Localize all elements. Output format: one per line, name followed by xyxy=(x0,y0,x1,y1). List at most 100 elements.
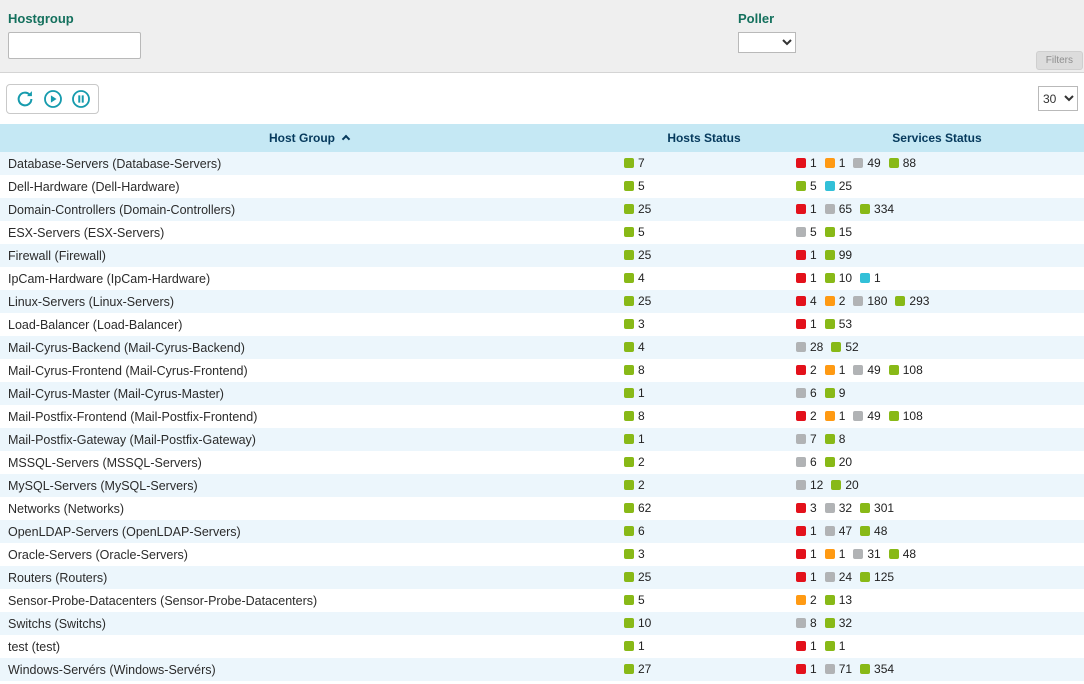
status-chip-ok[interactable]: 48 xyxy=(889,547,916,561)
status-chip-ok[interactable]: 2 xyxy=(624,455,645,469)
status-chip-ok[interactable]: 1 xyxy=(624,432,645,446)
filters-button[interactable]: Filters xyxy=(1036,51,1083,70)
status-chip-warning[interactable]: 2 xyxy=(796,593,817,607)
hostgroup-name-link[interactable]: Oracle-Servers (Oracle-Servers) xyxy=(8,548,188,562)
hostgroup-name-link[interactable]: Mail-Cyrus-Frontend (Mail-Cyrus-Frontend… xyxy=(8,364,248,378)
status-chip-ok[interactable]: 20 xyxy=(825,455,852,469)
hostgroup-name-link[interactable]: MySQL-Servers (MySQL-Servers) xyxy=(8,479,198,493)
status-chip-unknown[interactable]: 49 xyxy=(853,156,880,170)
hostgroup-name-link[interactable]: Linux-Servers (Linux-Servers) xyxy=(8,295,174,309)
status-chip-unknown[interactable]: 49 xyxy=(853,409,880,423)
status-chip-ok[interactable]: 354 xyxy=(860,662,894,676)
status-chip-critical[interactable]: 1 xyxy=(796,156,817,170)
status-chip-unknown[interactable]: 180 xyxy=(853,294,887,308)
status-chip-unknown[interactable]: 65 xyxy=(825,202,852,216)
status-chip-critical[interactable]: 3 xyxy=(796,501,817,515)
status-chip-ok[interactable]: 15 xyxy=(825,225,852,239)
status-chip-unknown[interactable]: 47 xyxy=(825,524,852,538)
status-chip-critical[interactable]: 1 xyxy=(796,547,817,561)
hostgroup-filter-input[interactable] xyxy=(8,32,141,59)
status-chip-unknown[interactable]: 6 xyxy=(796,386,817,400)
status-chip-ok[interactable]: 25 xyxy=(624,202,651,216)
hostgroup-name-link[interactable]: Routers (Routers) xyxy=(8,571,107,585)
hostgroup-name-link[interactable]: Sensor-Probe-Datacenters (Sensor-Probe-D… xyxy=(8,594,317,608)
status-chip-ok[interactable]: 53 xyxy=(825,317,852,331)
poller-filter-select[interactable] xyxy=(738,32,796,53)
status-chip-critical[interactable]: 1 xyxy=(796,662,817,676)
hostgroup-name-link[interactable]: Firewall (Firewall) xyxy=(8,249,106,263)
status-chip-critical[interactable]: 1 xyxy=(796,317,817,331)
status-chip-ok[interactable]: 99 xyxy=(825,248,852,262)
hostgroup-name-link[interactable]: Domain-Controllers (Domain-Controllers) xyxy=(8,203,235,217)
status-chip-unknown[interactable]: 31 xyxy=(853,547,880,561)
status-chip-ok[interactable]: 5 xyxy=(796,179,817,193)
status-chip-unknown[interactable]: 8 xyxy=(796,616,817,630)
status-chip-ok[interactable]: 8 xyxy=(624,363,645,377)
status-chip-critical[interactable]: 1 xyxy=(796,639,817,653)
status-chip-ok[interactable]: 20 xyxy=(831,478,858,492)
play-button[interactable] xyxy=(42,88,63,109)
status-chip-unknown[interactable]: 32 xyxy=(825,501,852,515)
refresh-button[interactable] xyxy=(14,88,35,109)
status-chip-critical[interactable]: 2 xyxy=(796,409,817,423)
status-chip-critical[interactable]: 1 xyxy=(796,524,817,538)
status-chip-ok[interactable]: 8 xyxy=(825,432,846,446)
status-chip-pending[interactable]: 1 xyxy=(860,271,881,285)
status-chip-ok[interactable]: 8 xyxy=(624,409,645,423)
status-chip-unknown[interactable]: 6 xyxy=(796,455,817,469)
status-chip-ok[interactable]: 3 xyxy=(624,317,645,331)
hostgroup-name-link[interactable]: Mail-Cyrus-Backend (Mail-Cyrus-Backend) xyxy=(8,341,245,355)
hostgroup-name-link[interactable]: MSSQL-Servers (MSSQL-Servers) xyxy=(8,456,202,470)
status-chip-unknown[interactable]: 7 xyxy=(796,432,817,446)
status-chip-ok[interactable]: 27 xyxy=(624,662,651,676)
status-chip-critical[interactable]: 1 xyxy=(796,570,817,584)
status-chip-ok[interactable]: 52 xyxy=(831,340,858,354)
status-chip-ok[interactable]: 108 xyxy=(889,409,923,423)
status-chip-ok[interactable]: 25 xyxy=(624,248,651,262)
status-chip-warning[interactable]: 2 xyxy=(825,294,846,308)
status-chip-ok[interactable]: 9 xyxy=(825,386,846,400)
hostgroup-name-link[interactable]: Database-Servers (Database-Servers) xyxy=(8,157,221,171)
status-chip-ok[interactable]: 4 xyxy=(624,340,645,354)
hostgroup-name-link[interactable]: test (test) xyxy=(8,640,60,654)
status-chip-ok[interactable]: 301 xyxy=(860,501,894,515)
status-chip-unknown[interactable]: 28 xyxy=(796,340,823,354)
status-chip-ok[interactable]: 125 xyxy=(860,570,894,584)
status-chip-critical[interactable]: 1 xyxy=(796,271,817,285)
status-chip-warning[interactable]: 1 xyxy=(825,156,846,170)
status-chip-ok[interactable]: 48 xyxy=(860,524,887,538)
status-chip-ok[interactable]: 25 xyxy=(624,570,651,584)
status-chip-ok[interactable]: 5 xyxy=(624,179,645,193)
status-chip-ok[interactable]: 10 xyxy=(624,616,651,630)
status-chip-ok[interactable]: 3 xyxy=(624,547,645,561)
status-chip-ok[interactable]: 62 xyxy=(624,501,651,515)
status-chip-pending[interactable]: 25 xyxy=(825,179,852,193)
status-chip-unknown[interactable]: 49 xyxy=(853,363,880,377)
status-chip-ok[interactable]: 1 xyxy=(624,386,645,400)
hostgroup-name-link[interactable]: Dell-Hardware (Dell-Hardware) xyxy=(8,180,180,194)
status-chip-warning[interactable]: 1 xyxy=(825,409,846,423)
status-chip-unknown[interactable]: 5 xyxy=(796,225,817,239)
status-chip-ok[interactable]: 5 xyxy=(624,593,645,607)
hostgroup-name-link[interactable]: Windows-Servérs (Windows-Servérs) xyxy=(8,663,216,677)
status-chip-ok[interactable]: 1 xyxy=(825,639,846,653)
status-chip-ok[interactable]: 32 xyxy=(825,616,852,630)
column-header-host-group[interactable]: Host Group xyxy=(0,124,618,152)
status-chip-ok[interactable]: 1 xyxy=(624,639,645,653)
column-header-hosts-status[interactable]: Hosts Status xyxy=(618,124,790,152)
page-size-select[interactable]: 30 xyxy=(1038,86,1078,111)
status-chip-critical[interactable]: 4 xyxy=(796,294,817,308)
status-chip-unknown[interactable]: 71 xyxy=(825,662,852,676)
status-chip-ok[interactable]: 10 xyxy=(825,271,852,285)
hostgroup-name-link[interactable]: Switchs (Switchs) xyxy=(8,617,106,631)
hostgroup-name-link[interactable]: Mail-Cyrus-Master (Mail-Cyrus-Master) xyxy=(8,387,224,401)
status-chip-critical[interactable]: 1 xyxy=(796,202,817,216)
hostgroup-name-link[interactable]: OpenLDAP-Servers (OpenLDAP-Servers) xyxy=(8,525,241,539)
status-chip-ok[interactable]: 88 xyxy=(889,156,916,170)
status-chip-critical[interactable]: 1 xyxy=(796,248,817,262)
status-chip-ok[interactable]: 6 xyxy=(624,524,645,538)
status-chip-ok[interactable]: 25 xyxy=(624,294,651,308)
status-chip-unknown[interactable]: 12 xyxy=(796,478,823,492)
status-chip-critical[interactable]: 2 xyxy=(796,363,817,377)
hostgroup-name-link[interactable]: Networks (Networks) xyxy=(8,502,124,516)
